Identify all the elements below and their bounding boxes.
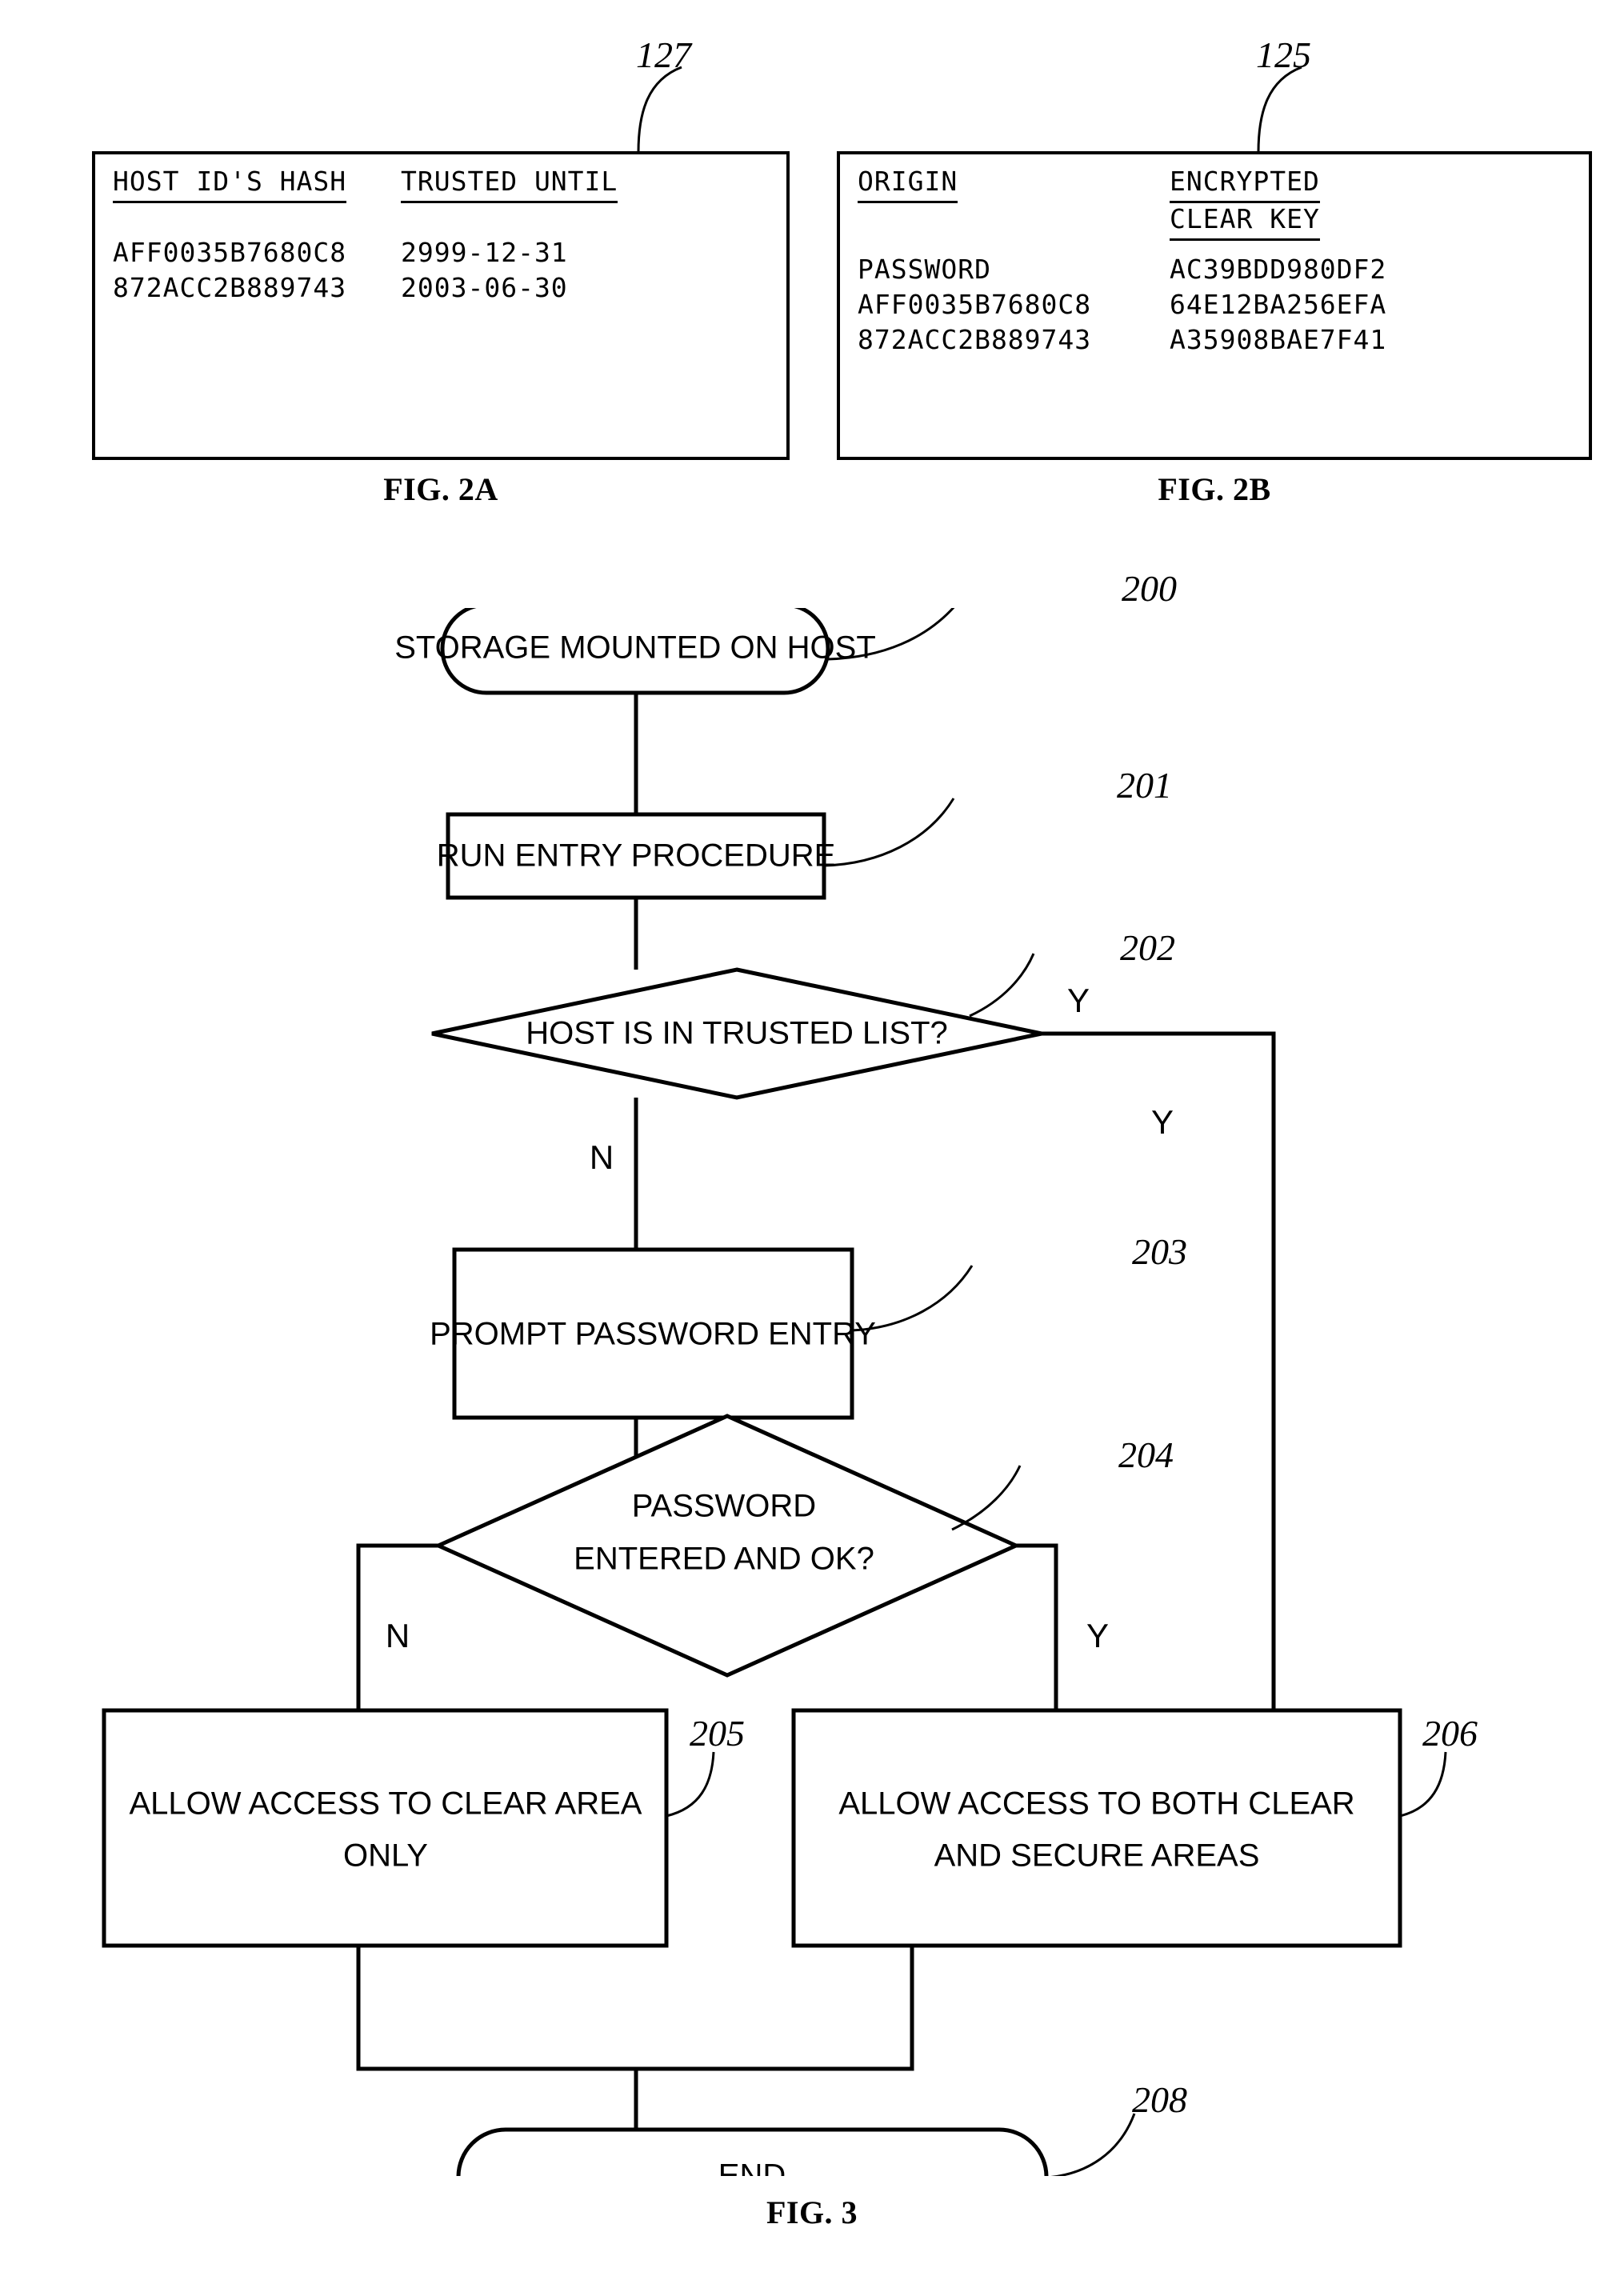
branch-label-202-yes-mid: Y: [1151, 1103, 1174, 1141]
flow-node-200: STORAGE MOUNTED ON HOST: [394, 608, 876, 695]
table-row: AFF0035B7680C8 2999-12-31: [113, 235, 618, 270]
table-row: PASSWORD AC39BDD980DF2: [858, 252, 1386, 287]
figure-caption-3: FIG. 3: [766, 2194, 858, 2230]
flow-node-208: END: [456, 2127, 1049, 2176]
branch-label-202-yes: Y: [1067, 982, 1090, 1019]
branch-label-202-no: N: [590, 1138, 614, 1176]
cell-encrypted-clear-key: AC39BDD980DF2: [1170, 253, 1387, 285]
reference-numeral-208: 208: [1132, 2079, 1187, 2120]
cell-encrypted-clear-key: 64E12BA256EFA: [1170, 288, 1387, 320]
flow-node-206-label-line1: ALLOW ACCESS TO BOTH CLEAR: [838, 1786, 1354, 1822]
flow-node-205: ALLOW ACCESS TO CLEAR AREA ONLY: [102, 1708, 669, 1948]
fig2b-table: ORIGIN ENCRYPTED CLEAR KEY PASSWORD AC39…: [858, 166, 1386, 358]
flow-node-200-label: STORAGE MOUNTED ON HOST: [394, 630, 876, 666]
leader-line-201: [823, 798, 955, 867]
cell-host-id-hash: 872ACC2B889743: [113, 271, 347, 303]
fig2a-table: HOST ID'S HASH TRUSTED UNTIL AFF0035B768…: [113, 166, 618, 306]
clear-key-table: ORIGIN ENCRYPTED CLEAR KEY PASSWORD AC39…: [837, 151, 1592, 460]
flow-node-201: RUN ENTRY PROCEDURE: [437, 812, 836, 900]
flow-node-204-label-line2: ENTERED AND OK?: [574, 1542, 874, 1577]
branch-label-204-yes: Y: [1086, 1617, 1109, 1654]
table-row: 872ACC2B889743 A35908BAE7F41: [858, 322, 1386, 358]
cell-origin: 872ACC2B889743: [858, 323, 1092, 355]
flow-node-206: ALLOW ACCESS TO BOTH CLEAR AND SECURE AR…: [791, 1708, 1402, 1948]
flowchart-fig3: STORAGE MOUNTED ON HOST RUN ENTRY PROCED…: [102, 608, 1447, 2176]
process-shape-205: [102, 1708, 669, 1948]
flow-node-206-label-line2: AND SECURE AREAS: [934, 1838, 1260, 1874]
flow-node-204: PASSWORD ENTERED AND OK?: [433, 1414, 1022, 1678]
leader-line-127: [637, 66, 682, 153]
flow-node-203: PROMPT PASSWORD ENTRY: [430, 1247, 876, 1420]
flow-node-202: HOST IS IN TRUSTED LIST?: [431, 967, 1042, 1100]
leader-line-125: [1257, 66, 1302, 153]
table-header-row: ORIGIN ENCRYPTED CLEAR KEY: [858, 166, 1386, 241]
flow-node-201-label: RUN ENTRY PROCEDURE: [437, 838, 836, 874]
column-header-encrypted-clear-key: ENCRYPTED CLEAR KEY: [1170, 166, 1386, 241]
cell-origin: AFF0035B7680C8: [858, 288, 1092, 320]
spacer-row: [113, 203, 618, 235]
leader-line-205: [666, 1751, 715, 1818]
table-header-row: HOST ID'S HASH TRUSTED UNTIL: [113, 166, 618, 203]
leader-line-202: [969, 953, 1035, 1018]
cell-trusted-until: 2999-12-31: [401, 236, 568, 268]
reference-numeral-205: 205: [690, 1713, 745, 1754]
patent-figure-page: 127 HOST ID'S HASH TRUSTED UNTIL AFF0035…: [0, 0, 1624, 2292]
reference-numeral-204: 204: [1118, 1434, 1174, 1475]
flow-node-205-label-line1: ALLOW ACCESS TO CLEAR AREA: [130, 1786, 642, 1822]
reference-numeral-203: 203: [1132, 1231, 1187, 1272]
column-header-trusted-until: TRUSTED UNTIL: [401, 166, 618, 203]
figure-caption-2a: FIG. 2A: [383, 471, 498, 507]
table-row: 872ACC2B889743 2003-06-30: [113, 270, 618, 306]
cell-origin: PASSWORD: [858, 253, 991, 285]
connector-205-206-merge: [356, 1946, 914, 2071]
connector-204-yes-206: [1016, 1543, 1058, 1710]
reference-numeral-206: 206: [1422, 1713, 1478, 1754]
leader-line-208: [1050, 2113, 1136, 2176]
flow-node-208-label: END: [718, 2158, 786, 2176]
leader-line-206: [1399, 1751, 1447, 1818]
figure-caption-2b: FIG. 2B: [1158, 471, 1271, 507]
branch-label-204-no: N: [386, 1617, 410, 1654]
cell-encrypted-clear-key: A35908BAE7F41: [1170, 323, 1387, 355]
reference-numeral-202: 202: [1120, 927, 1175, 968]
flow-node-205-label-line2: ONLY: [343, 1838, 428, 1874]
flow-node-203-label: PROMPT PASSWORD ENTRY: [430, 1317, 876, 1352]
reference-numeral-201: 201: [1117, 765, 1172, 806]
column-header-host-id-hash: HOST ID'S HASH: [113, 166, 401, 203]
flow-node-204-label-line1: PASSWORD: [632, 1489, 816, 1524]
trusted-host-list-table: HOST ID'S HASH TRUSTED UNTIL AFF0035B768…: [92, 151, 790, 460]
flow-node-202-label: HOST IS IN TRUSTED LIST?: [526, 1016, 948, 1051]
column-header-origin: ORIGIN: [858, 166, 1170, 241]
reference-numeral-200: 200: [1122, 568, 1177, 609]
cell-trusted-until: 2003-06-30: [401, 271, 568, 303]
spacer-row: [858, 241, 1386, 252]
process-shape-206: [791, 1708, 1402, 1948]
table-row: AFF0035B7680C8 64E12BA256EFA: [858, 287, 1386, 322]
cell-host-id-hash: AFF0035B7680C8: [113, 236, 347, 268]
